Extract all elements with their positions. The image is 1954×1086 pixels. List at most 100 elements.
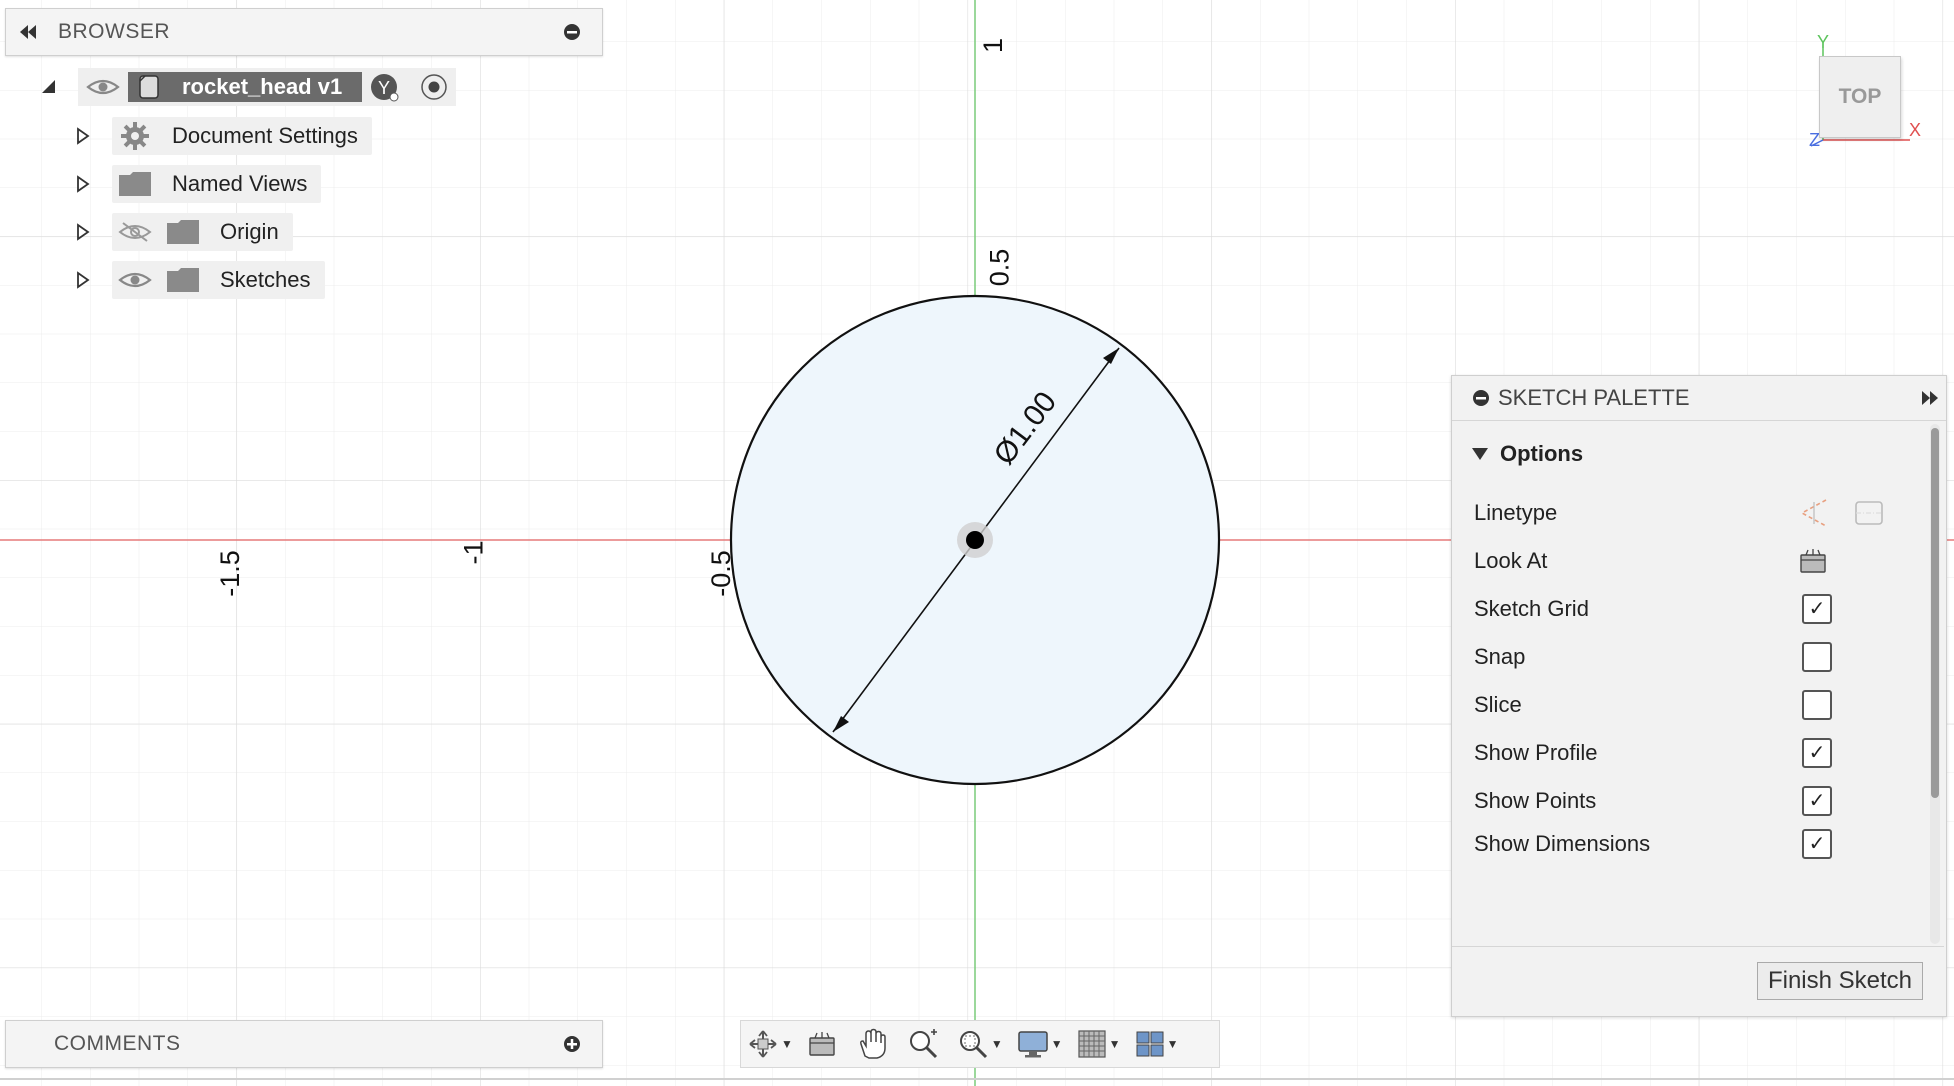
zoom-window-icon	[957, 1028, 989, 1060]
visibility-eye-icon[interactable]	[84, 77, 122, 97]
chevron-down-icon[interactable]: ▼	[1167, 1037, 1179, 1051]
options-section-header[interactable]: Options	[1452, 434, 1922, 474]
browser-item-document-settings[interactable]: Document Settings	[74, 117, 372, 155]
viewcube-top-face[interactable]: TOP	[1819, 56, 1901, 138]
root-component-label[interactable]: rocket_head v1	[128, 72, 363, 102]
collapse-triangle-icon[interactable]	[1472, 448, 1488, 460]
collapse-triangle-icon[interactable]	[38, 80, 60, 94]
option-label: Linetype	[1474, 500, 1558, 525]
palette-scrollbar[interactable]	[1930, 424, 1940, 944]
minimize-icon[interactable]	[1472, 389, 1490, 407]
add-comment-icon[interactable]	[560, 1032, 584, 1056]
grid-settings-button[interactable]: ▼	[1077, 1024, 1121, 1064]
viewcube-x-label: X	[1909, 120, 1922, 140]
x-tick-label: -1.5	[214, 550, 245, 597]
show-profile-checkbox[interactable]: ✓	[1802, 738, 1832, 768]
viewports-button[interactable]: ▼	[1135, 1024, 1179, 1064]
root-component-name: rocket_head v1	[182, 74, 343, 99]
options-section-label: Options	[1500, 441, 1584, 466]
finish-sketch-button[interactable]: Finish Sketch	[1757, 962, 1923, 1000]
zoom-icon	[907, 1028, 939, 1060]
viewcube-z-label: Z	[1809, 130, 1820, 150]
show-points-checkbox[interactable]: ✓	[1802, 786, 1832, 816]
chevron-down-icon[interactable]: ▼	[1051, 1037, 1063, 1051]
option-label: Look At	[1474, 548, 1548, 573]
option-label: Show Dimensions	[1474, 831, 1651, 856]
pan-button[interactable]	[857, 1024, 887, 1064]
chevron-down-icon[interactable]: ▼	[781, 1037, 793, 1051]
browser-root-row[interactable]: rocket_head v1 Y	[38, 68, 457, 106]
comments-header[interactable]: COMMENTS	[5, 1020, 603, 1068]
folder-icon	[118, 171, 152, 197]
browser-item-sketches[interactable]: Sketches	[74, 261, 325, 299]
expand-triangle-icon[interactable]	[74, 271, 92, 289]
sketch-palette: SKETCH PALETTE Options Linetype Look At …	[1451, 375, 1947, 1017]
option-linetype: Linetype	[1452, 493, 1922, 533]
display-settings-button[interactable]: ▼	[1017, 1024, 1063, 1064]
show-dimensions-checkbox[interactable]: ✓	[1802, 829, 1832, 859]
comments-title: COMMENTS	[54, 1032, 181, 1055]
option-label: Sketch Grid	[1474, 596, 1589, 621]
expand-triangle-icon[interactable]	[74, 175, 92, 193]
root-component[interactable]: rocket_head v1 Y	[78, 68, 457, 106]
bottom-divider	[0, 1078, 1954, 1080]
zoom-window-button[interactable]: ▼	[957, 1024, 1003, 1064]
option-slice: Slice	[1452, 685, 1922, 725]
folder-icon	[166, 267, 200, 293]
minimize-icon[interactable]	[560, 20, 584, 44]
option-show-profile: Show Profile ✓	[1452, 733, 1922, 773]
y-tick-label: 1	[978, 37, 1009, 54]
look-at-button[interactable]	[807, 1024, 837, 1064]
browser-item-origin[interactable]: Origin	[74, 213, 293, 251]
y-axis-badge-icon[interactable]: Y	[370, 72, 400, 102]
expand-triangle-icon[interactable]	[74, 223, 92, 241]
activate-radio-icon[interactable]	[420, 73, 448, 101]
tree-item-label: Sketches	[220, 267, 311, 292]
zoom-button[interactable]	[907, 1024, 939, 1064]
sketch-palette-header[interactable]: SKETCH PALETTE	[1452, 376, 1946, 421]
component-icon	[136, 74, 162, 100]
x-tick-label: -0.5	[705, 550, 736, 597]
option-label: Snap	[1474, 644, 1526, 669]
visibility-eye-icon[interactable]	[118, 270, 152, 290]
centerline-linetype-icon[interactable]	[1852, 496, 1886, 530]
viewcube[interactable]: TOP Y X Z	[1805, 30, 1925, 150]
sketch-palette-title: SKETCH PALETTE	[1498, 385, 1690, 410]
svg-text:Y: Y	[378, 78, 390, 98]
browser-item-named-views[interactable]: Named Views	[74, 165, 322, 203]
option-label: Show Profile	[1474, 740, 1598, 765]
sketch-grid-checkbox[interactable]: ✓	[1802, 594, 1832, 624]
option-sketch-grid: Sketch Grid ✓	[1452, 589, 1922, 629]
option-snap: Snap	[1452, 637, 1922, 677]
folder-icon	[166, 219, 200, 245]
tree-item-label: Named Views	[172, 171, 308, 196]
chevron-down-icon[interactable]: ▼	[991, 1037, 1003, 1051]
browser-title: BROWSER	[58, 20, 171, 43]
slice-checkbox[interactable]	[1802, 690, 1832, 720]
option-look-at: Look At	[1452, 541, 1922, 581]
orbit-button[interactable]: ▼	[747, 1024, 793, 1064]
option-label: Show Points	[1474, 788, 1597, 813]
chevron-down-icon[interactable]: ▼	[1109, 1037, 1121, 1051]
tree-item-label: Origin	[220, 219, 279, 244]
orbit-icon	[747, 1028, 779, 1060]
option-show-points: Show Points ✓	[1452, 781, 1922, 821]
hidden-eye-icon[interactable]	[118, 221, 152, 243]
look-at-icon[interactable]	[1798, 546, 1828, 576]
x-tick-label: -1	[458, 540, 489, 565]
expand-panel-icon[interactable]	[1920, 391, 1940, 405]
construction-linetype-icon[interactable]	[1796, 496, 1830, 530]
gear-icon	[118, 120, 152, 152]
viewports-icon	[1135, 1030, 1165, 1058]
snap-checkbox[interactable]	[1802, 642, 1832, 672]
collapse-panel-icon[interactable]	[16, 20, 40, 44]
expand-triangle-icon[interactable]	[74, 127, 92, 145]
browser-header[interactable]: BROWSER	[5, 8, 603, 56]
pan-hand-icon	[857, 1028, 887, 1060]
tree-item-label: Document Settings	[172, 123, 358, 148]
palette-scrollbar-thumb[interactable]	[1931, 428, 1939, 798]
center-point[interactable]	[966, 531, 984, 549]
option-show-dimensions: Show Dimensions ✓	[1452, 829, 1922, 859]
viewcube-y-label: Y	[1817, 32, 1830, 52]
y-tick-label: 0.5	[984, 248, 1015, 287]
